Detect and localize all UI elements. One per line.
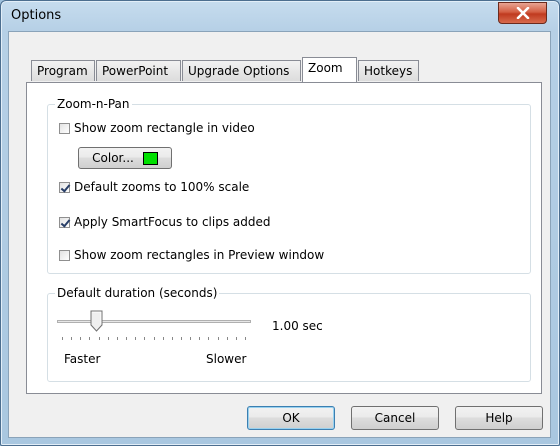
- duration-slider-ticks: [62, 337, 246, 341]
- tab-program[interactable]: Program: [31, 60, 95, 81]
- ok-button[interactable]: OK: [247, 406, 335, 430]
- slider-tick: [71, 337, 72, 340]
- slider-tick: [218, 337, 219, 340]
- slider-tick: [117, 337, 118, 340]
- tab-zoom-label: Zoom: [308, 61, 343, 75]
- slider-tick: [62, 337, 63, 340]
- slider-tick: [89, 337, 90, 340]
- tab-hotkeys[interactable]: Hotkeys: [358, 60, 419, 81]
- tab-powerpoint-label: PowerPoint: [102, 64, 169, 78]
- default-duration-legend: Default duration (seconds): [55, 286, 220, 300]
- title-bar[interactable]: Options: [1, 1, 560, 31]
- close-icon: [516, 7, 529, 19]
- slider-tick: [108, 337, 109, 340]
- show-zoom-rectangle-box[interactable]: [59, 122, 70, 134]
- tab-zoom[interactable]: Zoom: [302, 57, 357, 82]
- cancel-button[interactable]: Cancel: [351, 406, 439, 430]
- show-zoom-rectangle-label: Show zoom rectangle in video: [74, 121, 255, 135]
- tab-upgrade-options-label: Upgrade Options: [188, 64, 290, 78]
- help-button-label: Help: [485, 411, 513, 425]
- duration-slider-thumb[interactable]: [90, 310, 103, 332]
- slider-tick: [154, 337, 155, 340]
- duration-slider-track[interactable]: [57, 320, 251, 323]
- help-button[interactable]: Help: [455, 406, 543, 430]
- preview-rectangles-box[interactable]: [59, 249, 70, 261]
- slider-tick: [172, 337, 173, 340]
- color-swatch: [142, 151, 158, 165]
- preview-rectangles-checkbox[interactable]: Show zoom rectangles in Preview window: [59, 248, 324, 262]
- smartfocus-box[interactable]: [59, 216, 70, 228]
- window-title: Options: [11, 8, 62, 23]
- slower-label: Slower: [206, 352, 247, 366]
- smartfocus-label: Apply SmartFocus to clips added: [74, 215, 271, 229]
- default-zooms-box[interactable]: [59, 181, 70, 193]
- slider-tick: [245, 337, 246, 340]
- default-zooms-label: Default zooms to 100% scale: [74, 180, 250, 194]
- zoom-n-pan-legend: Zoom-n-Pan: [55, 97, 132, 111]
- tab-powerpoint[interactable]: PowerPoint: [96, 60, 181, 81]
- slider-tick: [236, 337, 237, 340]
- ok-button-label: OK: [282, 411, 300, 425]
- duration-value: 1.00 sec: [272, 319, 323, 333]
- tab-hotkeys-label: Hotkeys: [364, 64, 413, 78]
- slider-tick: [208, 337, 209, 340]
- color-button-label: Color...: [92, 151, 134, 165]
- slider-tick: [199, 337, 200, 340]
- default-zooms-checkbox[interactable]: Default zooms to 100% scale: [59, 180, 249, 194]
- preview-rectangles-label: Show zoom rectangles in Preview window: [74, 248, 325, 262]
- slider-tick: [126, 337, 127, 340]
- cancel-button-label: Cancel: [374, 411, 416, 425]
- slider-tick: [99, 337, 100, 340]
- tab-program-label: Program: [37, 64, 88, 78]
- smartfocus-checkbox[interactable]: Apply SmartFocus to clips added: [59, 215, 270, 229]
- slider-tick: [190, 337, 191, 340]
- close-button[interactable]: [498, 2, 547, 24]
- slider-tick: [135, 337, 136, 340]
- show-zoom-rectangle-checkbox[interactable]: Show zoom rectangle in video: [59, 121, 255, 135]
- tab-upgrade-options[interactable]: Upgrade Options: [182, 60, 301, 81]
- slider-tick: [144, 337, 145, 340]
- slider-tick: [181, 337, 182, 340]
- slider-tick: [163, 337, 164, 340]
- faster-label: Faster: [64, 352, 101, 366]
- color-button[interactable]: Color...: [78, 147, 172, 169]
- slider-tick: [80, 337, 81, 340]
- slider-tick: [227, 337, 228, 340]
